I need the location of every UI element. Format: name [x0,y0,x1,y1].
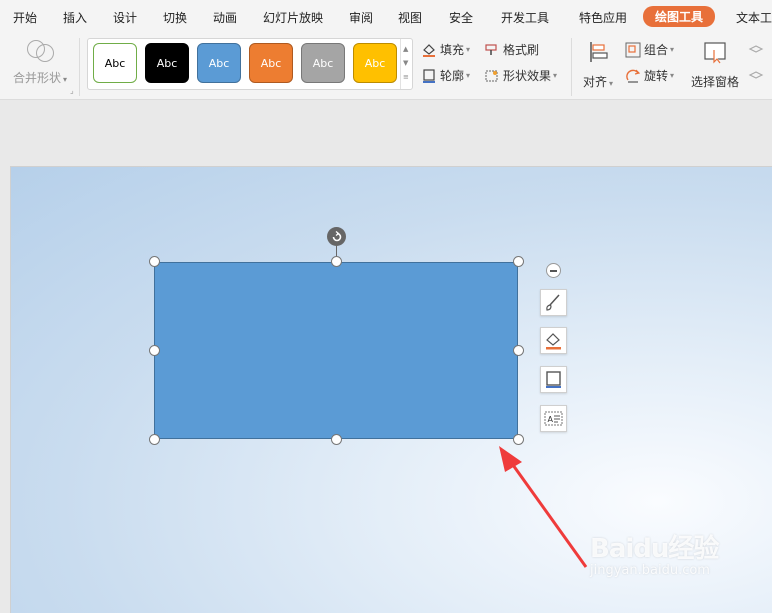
shape-effects-button[interactable]: 形状效果 ▾ [484,67,557,84]
chevron-down-icon: ▾ [609,79,614,88]
collapse-toolbar-button[interactable] [546,263,561,278]
watermark-logo: Baidu经验 [590,534,719,564]
outline-icon [423,68,435,83]
menu-bar: 开始 插入 设计 切换 动画 幻灯片放映 审阅 视图 安全 开发工具 特色应用 … [0,0,772,34]
style-swatch-gray[interactable]: Abc [301,43,345,83]
merge-shapes-icon [27,38,55,64]
tab-transitions[interactable]: 切换 [163,9,187,26]
quick-fill-button[interactable] [540,327,567,354]
chevron-down-icon: ▾ [63,75,68,84]
align-button[interactable]: 对齐 ▾ [579,40,617,90]
resize-handle-top-left[interactable] [149,256,160,267]
format-painter-button[interactable]: 格式刷 [484,41,539,58]
style-swatch-label: Abc [208,56,230,70]
tab-insert[interactable]: 插入 [63,9,87,26]
outline-icon [546,371,561,388]
shape-effects-label: 形状效果 [503,69,552,83]
style-swatch-gold[interactable]: Abc [353,43,397,83]
quick-text-button[interactable]: A [540,405,567,432]
text-box-icon: A [544,411,563,426]
style-swatch-white[interactable]: Abc [93,43,137,83]
resize-handle-bottom[interactable] [331,434,342,445]
chevron-down-icon[interactable]: ▼ [403,59,408,67]
group-icon [625,42,641,57]
divider [571,38,572,96]
group-button[interactable]: 组合 ▾ [625,41,674,58]
tab-view[interactable]: 视图 [398,9,422,26]
quick-style-button[interactable] [540,289,567,316]
resize-handle-left[interactable] [149,345,160,356]
style-swatch-label: Abc [312,56,334,70]
chevron-down-icon: ▾ [553,71,558,80]
align-label: 对齐 [582,75,607,89]
ribbon-toolbar: 合并形状 ▾ ⌟ Abc Abc Abc Abc Abc Abc ▲ ▼ ≡ 填充… [0,34,772,100]
rotate-icon [626,69,641,83]
style-swatch-label: Abc [364,56,386,70]
rotation-handle[interactable] [327,227,346,246]
align-icon [590,42,608,62]
group-label: 组合 [644,43,669,57]
fill-icon [546,333,561,350]
resize-handle-bottom-right[interactable] [513,434,524,445]
chevron-down-icon: ▾ [670,45,675,54]
chevron-down-icon: ▾ [670,71,675,80]
tab-review[interactable]: 审阅 [349,9,373,26]
outline-label: 轮廓 [440,69,465,83]
tab-design[interactable]: 设计 [113,9,137,26]
resize-handle-top[interactable] [331,256,342,267]
format-painter-label: 格式刷 [503,43,540,57]
shape-style-gallery: Abc Abc Abc Abc Abc Abc ▲ ▼ ≡ [87,38,413,90]
watermark-url: jingyan.baidu.com [590,563,710,578]
fill-label: 填充 [440,43,465,57]
selection-pane-icon [704,42,726,64]
rotate-arrow-icon [332,230,341,241]
chevron-down-icon: ▾ [466,45,471,54]
style-swatch-label: Abc [156,56,178,70]
layers-icon [748,71,764,79]
quick-outline-button[interactable] [540,366,567,393]
bring-forward-button[interactable] [748,41,767,57]
selection-pane-button[interactable]: 选择窗格 [690,40,740,90]
tab-text-tools[interactable]: 文本工 [736,9,772,26]
brush-icon [546,294,560,311]
tab-slideshow[interactable]: 幻灯片放映 [263,9,323,26]
paint-bucket-icon [423,43,435,57]
more-icon[interactable]: ≡ [403,73,409,81]
merge-shapes-label: 合并形状 [13,71,62,85]
selection-pane-label: 选择窗格 [690,75,739,89]
style-swatch-label: Abc [104,56,126,70]
divider [79,38,80,96]
chevron-up-icon[interactable]: ▲ [403,45,408,53]
chevron-down-icon: ▾ [466,71,471,80]
style-swatch-black[interactable]: Abc [145,43,189,83]
rotate-label: 旋转 [644,69,669,83]
layers-icon [748,45,764,53]
gallery-scrollbar[interactable]: ▲ ▼ ≡ [400,39,412,89]
fill-button[interactable]: 填充 ▾ [421,41,470,58]
send-backward-button[interactable] [748,67,767,83]
rotate-button[interactable]: 旋转 ▾ [625,67,674,84]
tab-animations[interactable]: 动画 [213,9,237,26]
resize-handle-top-right[interactable] [513,256,524,267]
resize-handle-right[interactable] [513,345,524,356]
watermark: Baidu经验 jingyan.baidu.com [590,528,719,578]
outline-button[interactable]: 轮廓 ▾ [421,67,470,84]
svg-text:A: A [548,415,554,424]
format-painter-icon [485,43,497,55]
style-swatch-label: Abc [260,56,282,70]
rectangle-shape[interactable] [154,262,518,439]
style-swatch-blue[interactable]: Abc [197,43,241,83]
style-swatch-orange[interactable]: Abc [249,43,293,83]
tab-developer[interactable]: 开发工具 [501,9,549,26]
shape-effects-icon [485,70,498,81]
tab-home[interactable]: 开始 [13,9,37,26]
tab-features[interactable]: 特色应用 [579,9,627,26]
tab-security[interactable]: 安全 [449,9,473,26]
resize-handle-bottom-left[interactable] [149,434,160,445]
merge-shapes-button[interactable]: 合并形状 ▾ [13,69,67,86]
tab-drawing-tools[interactable]: 绘图工具 [643,6,716,27]
group-expand-icon[interactable]: ⌟ [70,86,74,95]
